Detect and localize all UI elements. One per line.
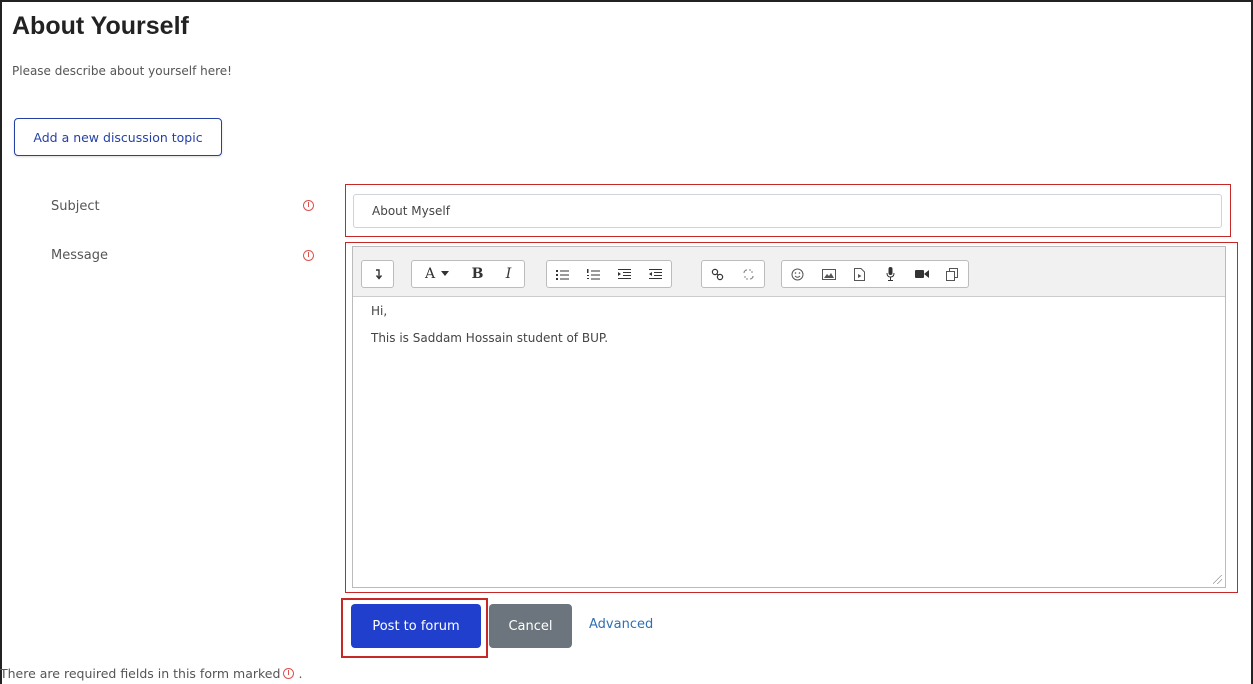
indent-button[interactable]: [609, 261, 640, 287]
font-color-button[interactable]: A: [412, 261, 462, 287]
page-description: Please describe about yourself here!: [12, 64, 232, 78]
media-icon: [854, 267, 865, 281]
required-note-text: There are required fields in this form m…: [0, 666, 281, 681]
unlink-button[interactable]: [733, 261, 764, 287]
record-video-icon: [914, 270, 929, 278]
font-color-icon: A: [424, 266, 436, 282]
collapse-toolbar-button[interactable]: [362, 261, 393, 287]
required-icon: [283, 668, 295, 679]
unlink-icon: [743, 268, 754, 280]
resize-handle-icon[interactable]: [1213, 575, 1222, 584]
outdent-icon: [649, 268, 662, 279]
advanced-link[interactable]: Advanced: [589, 617, 653, 632]
record-video-button[interactable]: [906, 261, 937, 287]
image-icon: [821, 268, 836, 280]
unordered-list-button[interactable]: [547, 261, 578, 287]
required-fields-note: There are required fields in this form m…: [0, 666, 302, 681]
add-discussion-topic-button[interactable]: Add a new discussion topic: [14, 118, 222, 156]
message-textarea[interactable]: Hi, This is Saddam Hossain student of BU…: [371, 303, 1211, 357]
ordered-list-icon: [587, 268, 600, 279]
emoji-button[interactable]: [782, 261, 813, 287]
image-button[interactable]: [813, 261, 844, 287]
page-title: About Yourself: [12, 12, 189, 40]
unordered-list-icon: [556, 269, 569, 280]
post-to-forum-button[interactable]: Post to forum: [351, 604, 481, 648]
indent-icon: [618, 268, 631, 279]
required-icon: [303, 250, 314, 261]
ordered-list-button[interactable]: [578, 261, 609, 287]
message-editor: A B I Hi, This is Saddam Hossain student…: [352, 246, 1226, 588]
media-button[interactable]: [844, 261, 875, 287]
toolbar-group-lists: [546, 260, 672, 288]
bold-button[interactable]: B: [462, 261, 493, 287]
link-button[interactable]: [702, 261, 733, 287]
manage-files-icon: [946, 267, 958, 281]
subject-label: Subject: [51, 199, 100, 214]
record-audio-button[interactable]: [875, 261, 906, 287]
link-icon: [711, 268, 724, 280]
cancel-button[interactable]: Cancel: [489, 604, 572, 648]
toolbar-group-media: [781, 260, 969, 288]
subject-input[interactable]: [353, 194, 1222, 228]
outdent-button[interactable]: [640, 261, 671, 287]
editor-toolbar: A B I: [353, 247, 1225, 297]
italic-icon: I: [505, 266, 512, 282]
bold-icon: B: [471, 266, 484, 282]
toolbar-group-links: [701, 260, 765, 288]
record-audio-icon: [886, 267, 895, 281]
required-icon: [303, 200, 314, 211]
toolbar-group-toggle: [361, 260, 394, 288]
required-note-suffix: .: [298, 666, 303, 681]
chevron-down-icon: [441, 271, 450, 276]
collapse-toolbar-icon: [375, 269, 382, 280]
message-line: Hi,: [371, 304, 388, 318]
toolbar-group-format: A B I: [411, 260, 525, 288]
message-line: This is Saddam Hossain student of BUP.: [371, 330, 609, 345]
manage-files-button[interactable]: [937, 261, 968, 287]
italic-button[interactable]: I: [493, 261, 524, 287]
emoji-icon: [791, 268, 804, 280]
message-label: Message: [51, 248, 108, 263]
